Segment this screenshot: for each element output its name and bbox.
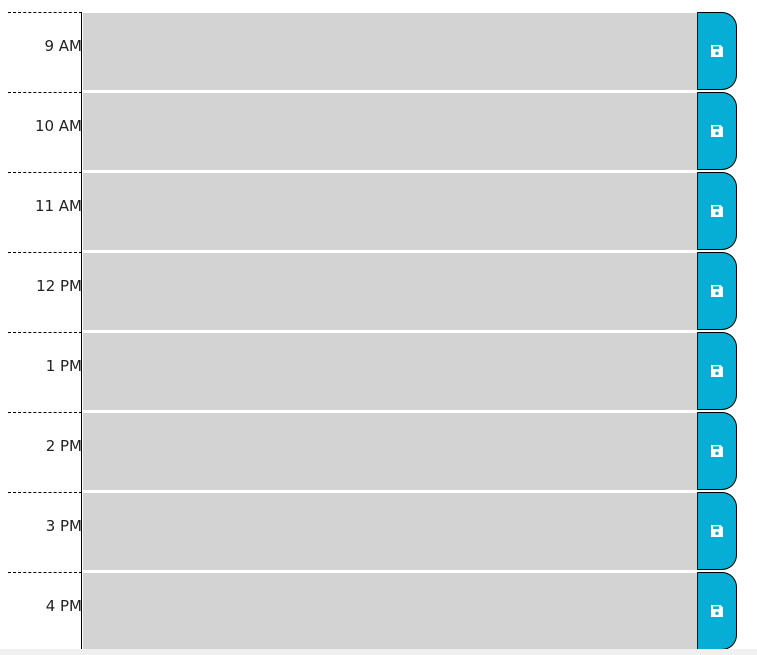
save-button[interactable]	[697, 492, 737, 570]
time-block: 11 AM	[8, 172, 737, 252]
description-input[interactable]	[83, 253, 697, 330]
description-input[interactable]	[83, 493, 697, 570]
floppy-disk-icon	[711, 365, 723, 377]
hour-label: 4 PM	[8, 572, 82, 652]
floppy-disk-icon	[711, 445, 723, 457]
save-button[interactable]	[697, 572, 737, 650]
time-block: 4 PM	[8, 572, 737, 652]
floppy-disk-icon	[711, 285, 723, 297]
hour-label: 12 PM	[8, 252, 82, 332]
description-input[interactable]	[83, 573, 697, 650]
floppy-disk-icon	[711, 525, 723, 537]
description-input[interactable]	[83, 173, 697, 250]
hour-label: 10 AM	[8, 92, 82, 172]
hour-label: 2 PM	[8, 412, 82, 492]
description-input[interactable]	[83, 93, 697, 170]
save-button[interactable]	[697, 252, 737, 330]
description-input[interactable]	[83, 333, 697, 410]
time-block: 3 PM	[8, 492, 737, 572]
hour-label: 11 AM	[8, 172, 82, 252]
time-block: 9 AM	[8, 12, 737, 92]
description-input[interactable]	[83, 413, 697, 490]
hour-label: 9 AM	[8, 12, 82, 92]
time-block: 1 PM	[8, 332, 737, 412]
description-input[interactable]	[83, 13, 697, 90]
save-button[interactable]	[697, 332, 737, 410]
save-button[interactable]	[697, 92, 737, 170]
scheduler: 9 AM 10 AM 11 AM 12 PM 1 PM 2 PM 3 PM 4 …	[0, 0, 757, 655]
horizontal-scrollbar[interactable]	[0, 649, 757, 655]
save-button[interactable]	[697, 412, 737, 490]
hour-label: 3 PM	[8, 492, 82, 572]
save-button[interactable]	[697, 172, 737, 250]
time-block: 10 AM	[8, 92, 737, 172]
save-button[interactable]	[697, 12, 737, 90]
time-block: 12 PM	[8, 252, 737, 332]
hour-label: 1 PM	[8, 332, 82, 412]
floppy-disk-icon	[711, 125, 723, 137]
floppy-disk-icon	[711, 45, 723, 57]
floppy-disk-icon	[711, 205, 723, 217]
time-block: 2 PM	[8, 412, 737, 492]
floppy-disk-icon	[711, 605, 723, 617]
